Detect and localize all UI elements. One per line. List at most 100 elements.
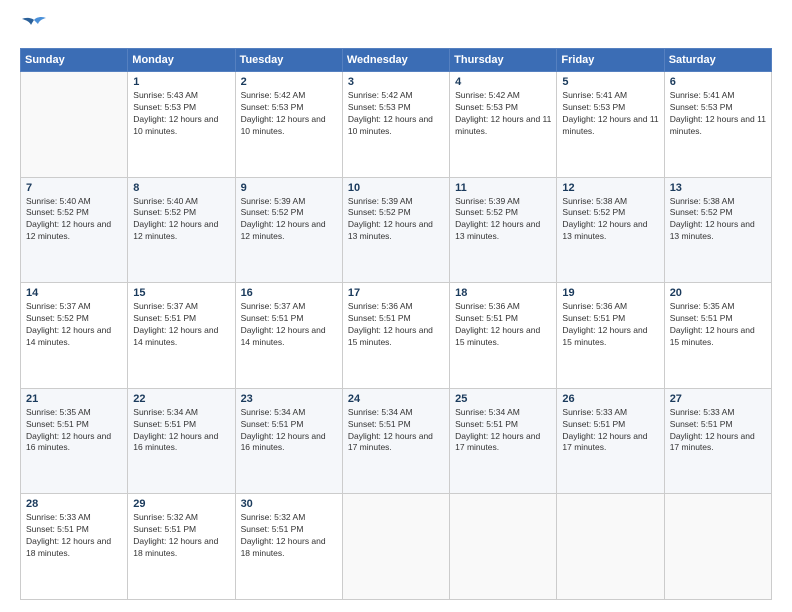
day-number: 30 bbox=[241, 498, 337, 510]
day-number: 13 bbox=[670, 182, 766, 194]
day-details: Sunrise: 5:34 AMSunset: 5:51 PMDaylight:… bbox=[348, 407, 444, 455]
calendar-table: SundayMondayTuesdayWednesdayThursdayFrid… bbox=[20, 48, 772, 600]
day-number: 20 bbox=[670, 287, 766, 299]
calendar-cell: 23 Sunrise: 5:34 AMSunset: 5:51 PMDayligh… bbox=[235, 388, 342, 494]
calendar-cell: 24 Sunrise: 5:34 AMSunset: 5:51 PMDayligh… bbox=[342, 388, 449, 494]
calendar-cell bbox=[664, 494, 771, 600]
calendar-cell: 14 Sunrise: 5:37 AMSunset: 5:52 PMDayligh… bbox=[21, 283, 128, 389]
day-details: Sunrise: 5:36 AMSunset: 5:51 PMDaylight:… bbox=[348, 301, 444, 349]
day-number: 23 bbox=[241, 393, 337, 405]
day-number: 21 bbox=[26, 393, 122, 405]
col-header-tuesday: Tuesday bbox=[235, 49, 342, 72]
day-details: Sunrise: 5:33 AMSunset: 5:51 PMDaylight:… bbox=[562, 407, 658, 455]
day-number: 28 bbox=[26, 498, 122, 510]
calendar-cell: 4 Sunrise: 5:42 AMSunset: 5:53 PMDaylight… bbox=[450, 72, 557, 178]
day-details: Sunrise: 5:35 AMSunset: 5:51 PMDaylight:… bbox=[670, 301, 766, 349]
day-details: Sunrise: 5:40 AMSunset: 5:52 PMDaylight:… bbox=[133, 196, 229, 244]
calendar-cell: 19 Sunrise: 5:36 AMSunset: 5:51 PMDayligh… bbox=[557, 283, 664, 389]
day-number: 3 bbox=[348, 76, 444, 88]
col-header-saturday: Saturday bbox=[664, 49, 771, 72]
day-details: Sunrise: 5:37 AMSunset: 5:51 PMDaylight:… bbox=[241, 301, 337, 349]
header bbox=[20, 16, 772, 38]
day-details: Sunrise: 5:42 AMSunset: 5:53 PMDaylight:… bbox=[348, 90, 444, 138]
day-details: Sunrise: 5:37 AMSunset: 5:52 PMDaylight:… bbox=[26, 301, 122, 349]
day-number: 16 bbox=[241, 287, 337, 299]
logo bbox=[20, 16, 52, 38]
day-details: Sunrise: 5:34 AMSunset: 5:51 PMDaylight:… bbox=[133, 407, 229, 455]
day-details: Sunrise: 5:42 AMSunset: 5:53 PMDaylight:… bbox=[241, 90, 337, 138]
col-header-monday: Monday bbox=[128, 49, 235, 72]
day-number: 15 bbox=[133, 287, 229, 299]
day-number: 2 bbox=[241, 76, 337, 88]
day-number: 25 bbox=[455, 393, 551, 405]
day-details: Sunrise: 5:34 AMSunset: 5:51 PMDaylight:… bbox=[455, 407, 551, 455]
day-details: Sunrise: 5:33 AMSunset: 5:51 PMDaylight:… bbox=[670, 407, 766, 455]
col-header-thursday: Thursday bbox=[450, 49, 557, 72]
day-number: 4 bbox=[455, 76, 551, 88]
day-number: 18 bbox=[455, 287, 551, 299]
day-number: 7 bbox=[26, 182, 122, 194]
calendar-cell bbox=[557, 494, 664, 600]
day-number: 29 bbox=[133, 498, 229, 510]
calendar-cell bbox=[21, 72, 128, 178]
calendar-cell: 8 Sunrise: 5:40 AMSunset: 5:52 PMDaylight… bbox=[128, 177, 235, 283]
day-number: 5 bbox=[562, 76, 658, 88]
day-details: Sunrise: 5:34 AMSunset: 5:51 PMDaylight:… bbox=[241, 407, 337, 455]
calendar-cell: 5 Sunrise: 5:41 AMSunset: 5:53 PMDaylight… bbox=[557, 72, 664, 178]
day-details: Sunrise: 5:32 AMSunset: 5:51 PMDaylight:… bbox=[133, 512, 229, 560]
calendar-cell: 7Sunrise: 5:40 AMSunset: 5:52 PMDaylight… bbox=[21, 177, 128, 283]
day-details: Sunrise: 5:36 AMSunset: 5:51 PMDaylight:… bbox=[455, 301, 551, 349]
day-number: 6 bbox=[670, 76, 766, 88]
day-details: Sunrise: 5:36 AMSunset: 5:51 PMDaylight:… bbox=[562, 301, 658, 349]
day-number: 11 bbox=[455, 182, 551, 194]
day-details: Sunrise: 5:37 AMSunset: 5:51 PMDaylight:… bbox=[133, 301, 229, 349]
calendar-cell: 27 Sunrise: 5:33 AMSunset: 5:51 PMDayligh… bbox=[664, 388, 771, 494]
day-number: 26 bbox=[562, 393, 658, 405]
calendar-cell: 18 Sunrise: 5:36 AMSunset: 5:51 PMDayligh… bbox=[450, 283, 557, 389]
calendar-cell: 16 Sunrise: 5:37 AMSunset: 5:51 PMDayligh… bbox=[235, 283, 342, 389]
day-number: 9 bbox=[241, 182, 337, 194]
day-number: 19 bbox=[562, 287, 658, 299]
calendar-cell: 26 Sunrise: 5:33 AMSunset: 5:51 PMDayligh… bbox=[557, 388, 664, 494]
calendar-cell: 6 Sunrise: 5:41 AMSunset: 5:53 PMDaylight… bbox=[664, 72, 771, 178]
calendar-cell: 29 Sunrise: 5:32 AMSunset: 5:51 PMDayligh… bbox=[128, 494, 235, 600]
day-number: 12 bbox=[562, 182, 658, 194]
calendar-cell: 12 Sunrise: 5:38 AMSunset: 5:52 PMDayligh… bbox=[557, 177, 664, 283]
calendar-cell: 20 Sunrise: 5:35 AMSunset: 5:51 PMDayligh… bbox=[664, 283, 771, 389]
calendar-cell: 15 Sunrise: 5:37 AMSunset: 5:51 PMDayligh… bbox=[128, 283, 235, 389]
day-details: Sunrise: 5:39 AMSunset: 5:52 PMDaylight:… bbox=[241, 196, 337, 244]
day-details: Sunrise: 5:39 AMSunset: 5:52 PMDaylight:… bbox=[348, 196, 444, 244]
calendar-cell: 3 Sunrise: 5:42 AMSunset: 5:53 PMDaylight… bbox=[342, 72, 449, 178]
day-details: Sunrise: 5:41 AMSunset: 5:53 PMDaylight:… bbox=[562, 90, 658, 138]
logo-bird-icon bbox=[20, 16, 48, 38]
calendar-cell: 1Sunrise: 5:43 AMSunset: 5:53 PMDaylight… bbox=[128, 72, 235, 178]
calendar-cell: 11 Sunrise: 5:39 AMSunset: 5:52 PMDayligh… bbox=[450, 177, 557, 283]
day-number: 8 bbox=[133, 182, 229, 194]
calendar-cell: 28 Sunrise: 5:33 AMSunset: 5:51 PMDayligh… bbox=[21, 494, 128, 600]
calendar-cell: 21Sunrise: 5:35 AMSunset: 5:51 PMDayligh… bbox=[21, 388, 128, 494]
day-details: Sunrise: 5:38 AMSunset: 5:52 PMDaylight:… bbox=[562, 196, 658, 244]
col-header-sunday: Sunday bbox=[21, 49, 128, 72]
calendar-cell: 30 Sunrise: 5:32 AMSunset: 5:51 PMDayligh… bbox=[235, 494, 342, 600]
col-header-friday: Friday bbox=[557, 49, 664, 72]
day-number: 10 bbox=[348, 182, 444, 194]
day-details: Sunrise: 5:41 AMSunset: 5:53 PMDaylight:… bbox=[670, 90, 766, 138]
calendar-cell: 25 Sunrise: 5:34 AMSunset: 5:51 PMDayligh… bbox=[450, 388, 557, 494]
day-number: 14 bbox=[26, 287, 122, 299]
col-header-wednesday: Wednesday bbox=[342, 49, 449, 72]
day-number: 17 bbox=[348, 287, 444, 299]
day-details: Sunrise: 5:39 AMSunset: 5:52 PMDaylight:… bbox=[455, 196, 551, 244]
day-details: Sunrise: 5:42 AMSunset: 5:53 PMDaylight:… bbox=[455, 90, 551, 138]
day-number: 27 bbox=[670, 393, 766, 405]
calendar-cell bbox=[342, 494, 449, 600]
day-details: Sunrise: 5:33 AMSunset: 5:51 PMDaylight:… bbox=[26, 512, 122, 560]
calendar-cell: 22Sunrise: 5:34 AMSunset: 5:51 PMDayligh… bbox=[128, 388, 235, 494]
page: SundayMondayTuesdayWednesdayThursdayFrid… bbox=[0, 0, 792, 612]
calendar-cell: 13Sunrise: 5:38 AMSunset: 5:52 PMDayligh… bbox=[664, 177, 771, 283]
day-number: 24 bbox=[348, 393, 444, 405]
day-details: Sunrise: 5:43 AMSunset: 5:53 PMDaylight:… bbox=[133, 90, 229, 138]
calendar-cell: 10 Sunrise: 5:39 AMSunset: 5:52 PMDayligh… bbox=[342, 177, 449, 283]
calendar-cell bbox=[450, 494, 557, 600]
day-details: Sunrise: 5:32 AMSunset: 5:51 PMDaylight:… bbox=[241, 512, 337, 560]
calendar-cell: 2 Sunrise: 5:42 AMSunset: 5:53 PMDaylight… bbox=[235, 72, 342, 178]
